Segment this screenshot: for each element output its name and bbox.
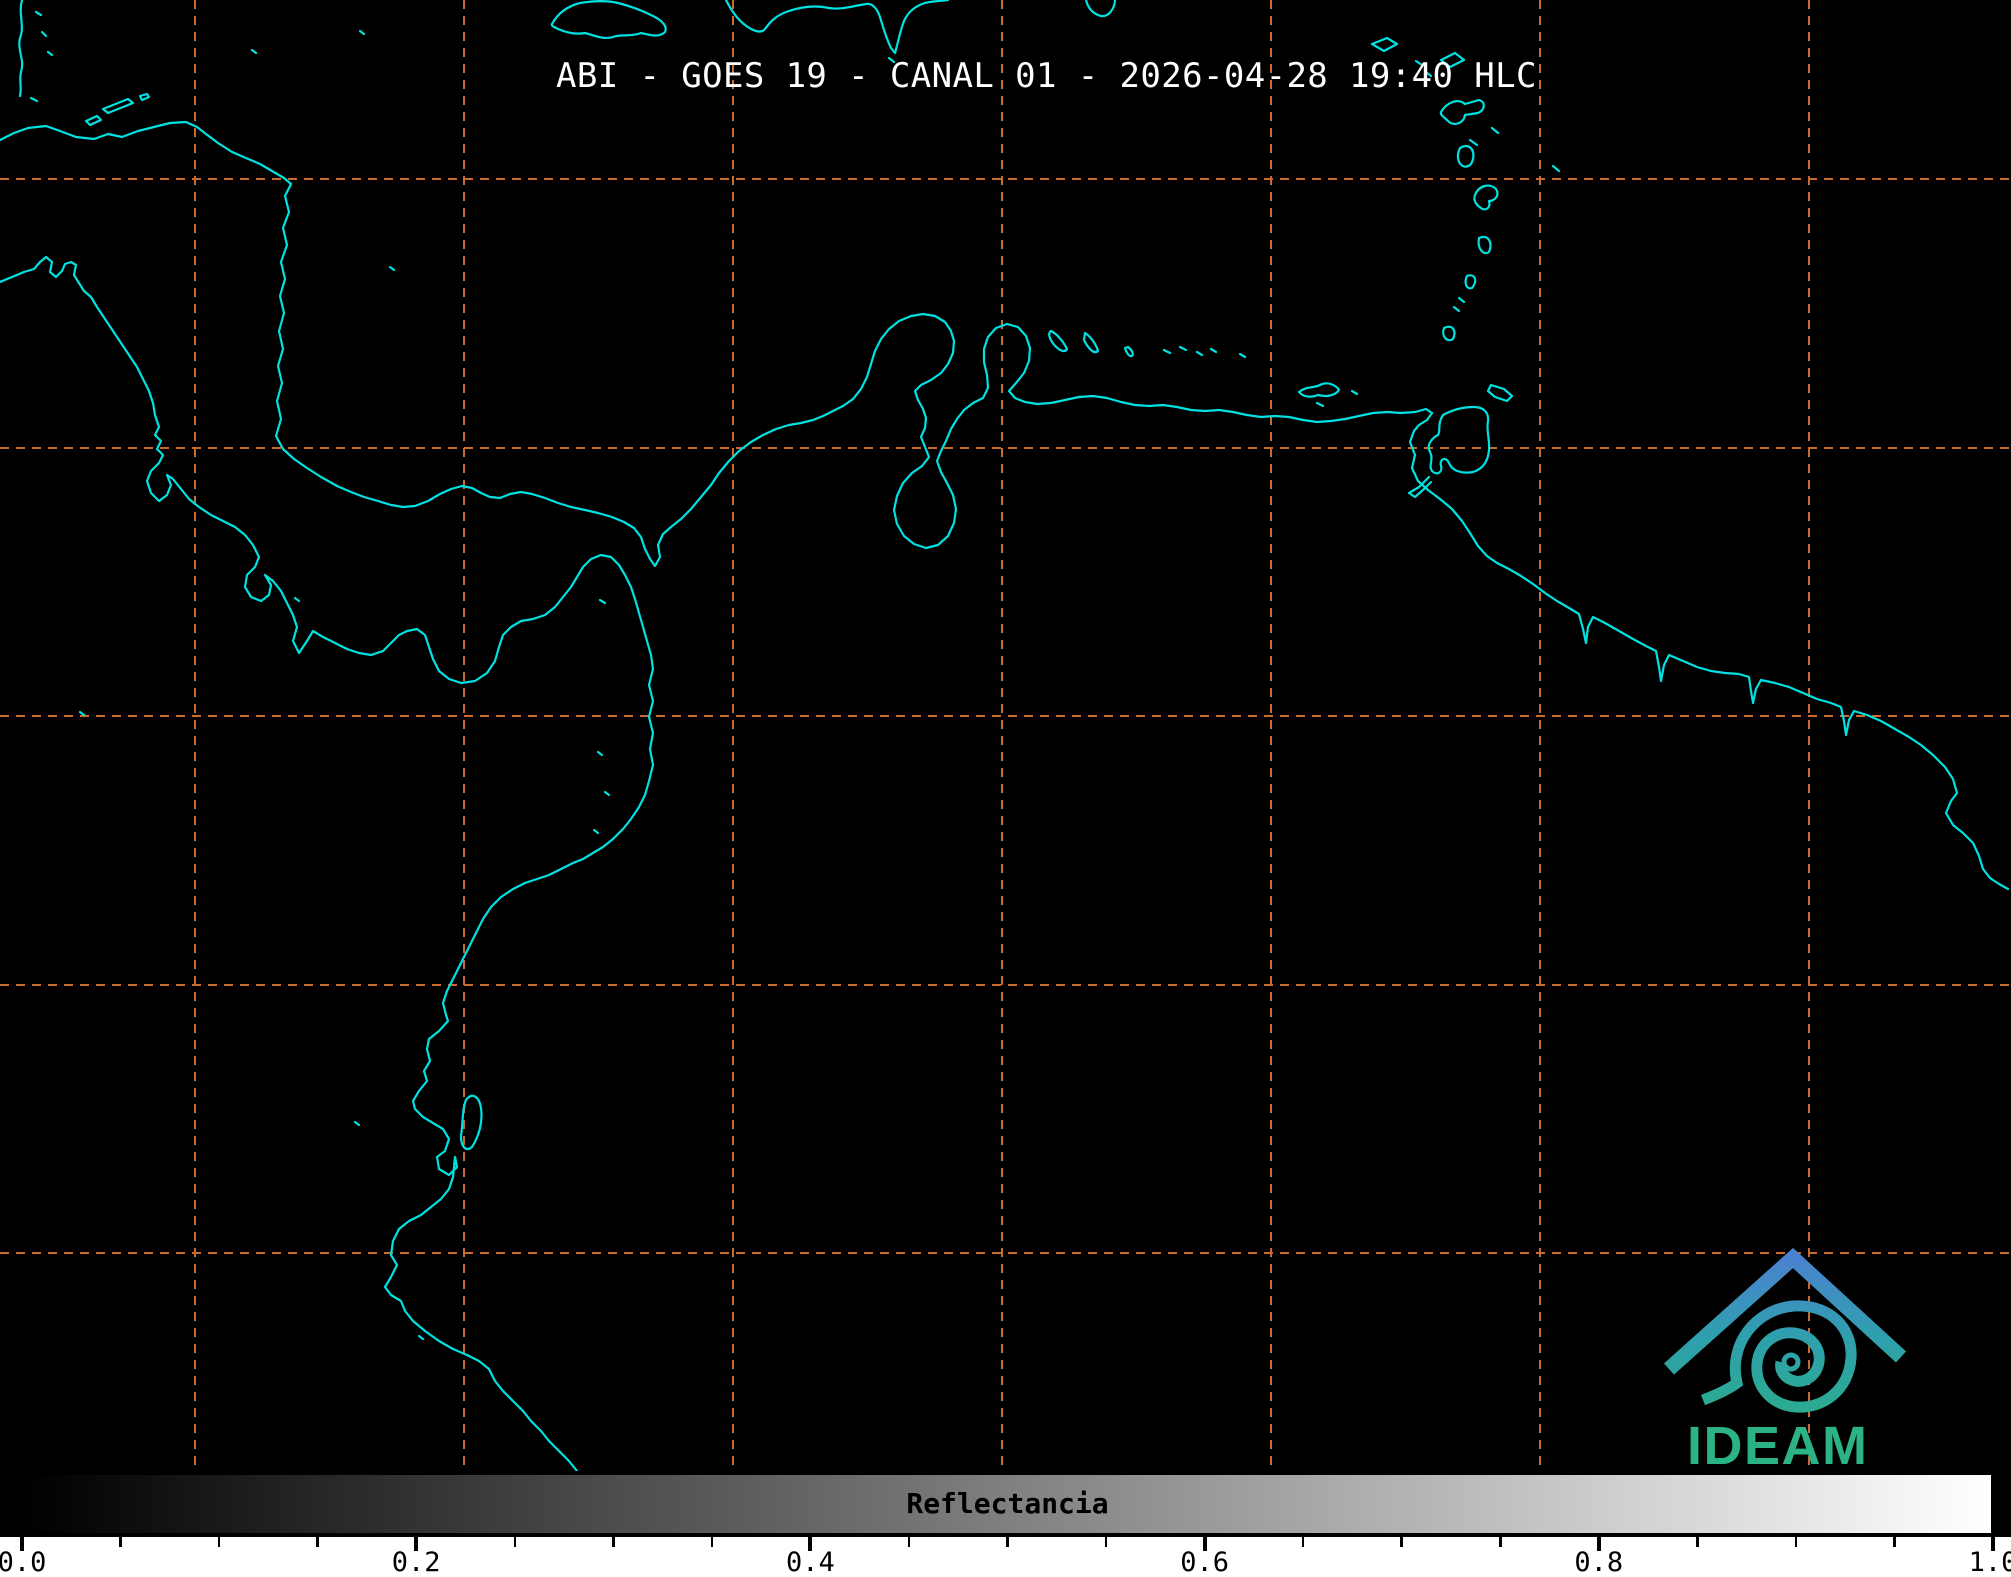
coastline xyxy=(293,596,301,603)
coastline xyxy=(101,97,135,115)
colorbar-tick-label: 1.0 xyxy=(1968,1547,2011,1577)
coastline xyxy=(1048,329,1069,353)
coastline xyxy=(1178,345,1188,352)
coastline xyxy=(1464,274,1477,290)
colorbar-tick-label: 0.2 xyxy=(391,1547,441,1577)
colorbar-minor-tick xyxy=(513,1537,516,1547)
colorbar-tick-label: 0.8 xyxy=(1574,1547,1624,1577)
coastline xyxy=(84,114,103,127)
colorbar-minor-tick xyxy=(1893,1537,1896,1547)
coastline xyxy=(1442,325,1456,342)
coastline xyxy=(388,265,396,272)
coastline xyxy=(592,828,600,835)
map-svg: IDEAM xyxy=(0,0,2011,1480)
coastline xyxy=(18,0,24,98)
colorbar-minor-tick xyxy=(1696,1537,1699,1547)
coastline xyxy=(1209,347,1218,354)
colorbar-minor-tick xyxy=(907,1537,911,1547)
colorbar-tick-labels: 0.0 0.2 0.4 0.6 0.8 1.0 xyxy=(0,1549,2011,1577)
coastline xyxy=(34,10,43,17)
coastline xyxy=(603,790,611,797)
colorbar-minor-tick xyxy=(710,1537,714,1547)
coastline xyxy=(1162,348,1172,355)
colorbar-minor-tick xyxy=(1104,1537,1108,1547)
coastline xyxy=(40,30,48,38)
coastline xyxy=(1238,352,1247,359)
coastline xyxy=(46,50,54,57)
coastline xyxy=(1490,126,1500,135)
colorbar-minor-tick xyxy=(1794,1537,1798,1547)
coastline xyxy=(1407,475,1433,499)
colorbar: Reflectancia xyxy=(20,1471,1995,1537)
colorbar-minor-tick xyxy=(217,1537,221,1547)
coastline xyxy=(550,0,667,40)
coastline xyxy=(1350,389,1359,396)
coastline xyxy=(1084,0,1117,18)
colorbar-minor-tick xyxy=(1301,1537,1305,1547)
coastline xyxy=(724,0,950,55)
colorbar-minor-tick xyxy=(1006,1537,1009,1547)
colorbar-tick-label: 0.0 xyxy=(0,1547,47,1577)
coastline xyxy=(138,92,151,102)
colorbar-minor-tick xyxy=(119,1537,122,1547)
coastline xyxy=(1457,296,1466,304)
coastline xyxy=(1082,331,1100,354)
coastline xyxy=(598,598,607,605)
coastline xyxy=(358,29,366,36)
coastline xyxy=(250,48,258,55)
coastline xyxy=(1486,383,1514,403)
coastline xyxy=(596,750,604,757)
image-title: ABI - GOES 19 - CANAL 01 - 2026-04-28 19… xyxy=(556,56,1537,96)
coastline xyxy=(1439,98,1485,125)
coastline xyxy=(417,1334,425,1341)
coastline xyxy=(1195,350,1204,357)
grid-lines xyxy=(0,0,2011,1471)
logo-mountain-icon xyxy=(1663,1247,1907,1375)
coastline xyxy=(1427,405,1491,475)
coastline xyxy=(1473,184,1499,211)
colorbar-label: Reflectancia xyxy=(906,1487,1109,1520)
coastline xyxy=(0,255,655,1480)
coastline xyxy=(1370,36,1399,53)
coastline xyxy=(1297,382,1341,398)
coastline xyxy=(1452,305,1461,313)
coastline xyxy=(78,710,86,717)
colorbar-minor-tick xyxy=(1400,1537,1403,1547)
coastline xyxy=(1468,138,1479,147)
coastline xyxy=(1456,144,1475,168)
colorbar-tick-label: 0.6 xyxy=(1180,1547,1229,1577)
colorbar-minor-tick xyxy=(316,1537,319,1547)
coastline xyxy=(1551,164,1561,173)
colorbar-minor-tick xyxy=(1499,1537,1502,1547)
coastlines xyxy=(0,0,2010,1480)
ideam-logo: IDEAM xyxy=(1663,1247,1907,1476)
colorbar-minor-tick xyxy=(612,1537,615,1547)
coastline xyxy=(1123,345,1134,358)
coastline xyxy=(1477,235,1492,255)
satellite-product-viewport: IDEAM ABI - GOES 19 - CANAL 01 - 2026-04… xyxy=(0,0,2011,1577)
logo-eye-icon xyxy=(1781,1352,1801,1372)
coastline xyxy=(29,96,39,103)
logo-text: IDEAM xyxy=(1687,1416,1869,1476)
colorbar-tick-label: 0.4 xyxy=(786,1547,835,1577)
coastline xyxy=(1315,401,1325,408)
coastline xyxy=(0,120,2010,891)
coastline xyxy=(353,1120,361,1127)
